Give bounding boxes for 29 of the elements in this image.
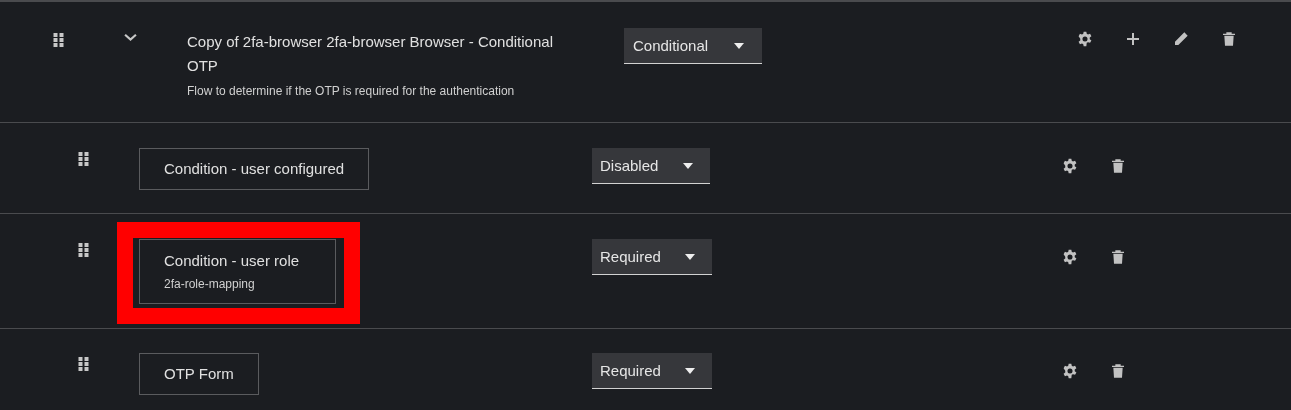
drag-handle-icon[interactable] — [78, 152, 89, 166]
step-alias: 2fa-role-mapping — [164, 277, 256, 291]
settings-icon[interactable] — [1062, 158, 1078, 174]
requirement-select[interactable]: Disabled — [592, 148, 710, 184]
caret-icon — [683, 162, 693, 169]
requirement-select[interactable]: Conditional — [624, 28, 762, 64]
trash-icon[interactable] — [1221, 31, 1237, 47]
step-name: Condition - user role — [164, 252, 301, 269]
caret-icon — [685, 367, 695, 374]
settings-icon[interactable] — [1062, 363, 1078, 379]
drag-handle-icon[interactable] — [53, 33, 64, 47]
requirement-select[interactable]: Required — [592, 353, 712, 389]
expand-toggle[interactable] — [124, 33, 137, 42]
requirement-select[interactable]: Required — [592, 239, 712, 275]
trash-icon[interactable] — [1110, 158, 1126, 174]
flow-description: Flow to determine if the OTP is required for the authentication — [187, 84, 516, 98]
drag-handle-icon[interactable] — [78, 357, 89, 371]
step-name: OTP Form — [139, 353, 259, 395]
step-name: Condition - user configured — [139, 148, 370, 190]
pencil-icon[interactable] — [1173, 31, 1189, 47]
flow-title: Copy of 2fa-browser 2fa-browser Browser - Conditional OTP — [187, 32, 554, 76]
add-icon[interactable] — [1125, 31, 1141, 47]
drag-handle-icon[interactable] — [78, 243, 89, 257]
trash-icon[interactable] — [1110, 249, 1126, 265]
settings-icon[interactable] — [1077, 31, 1093, 47]
caret-icon — [734, 42, 744, 49]
settings-icon[interactable] — [1062, 249, 1078, 265]
caret-icon — [685, 253, 695, 260]
trash-icon[interactable] — [1110, 363, 1126, 379]
